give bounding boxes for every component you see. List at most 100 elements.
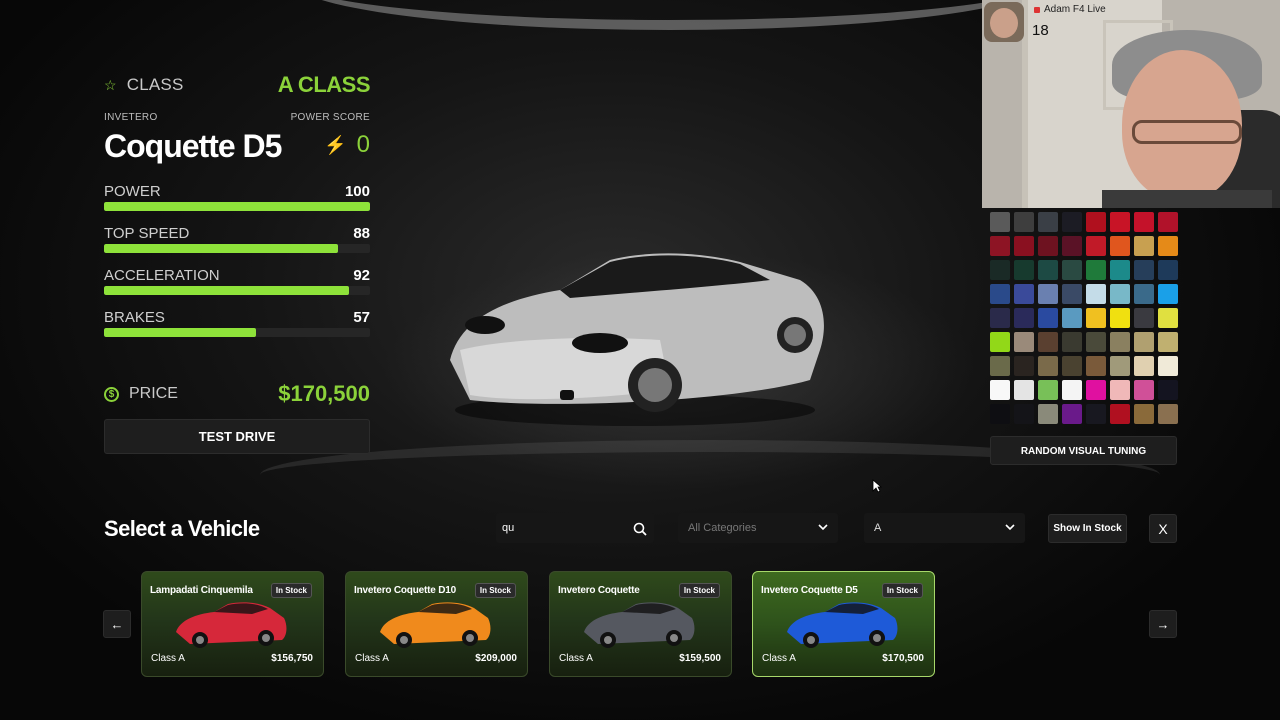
color-swatch[interactable] xyxy=(1158,308,1178,328)
color-swatch[interactable] xyxy=(1134,332,1154,352)
color-swatch[interactable] xyxy=(1110,404,1130,424)
color-swatch[interactable] xyxy=(1158,212,1178,232)
color-swatch[interactable] xyxy=(1110,356,1130,376)
color-swatch[interactable] xyxy=(1062,380,1082,400)
color-swatch[interactable] xyxy=(990,260,1010,280)
color-swatch[interactable] xyxy=(1158,260,1178,280)
color-swatch[interactable] xyxy=(1110,260,1130,280)
test-drive-button[interactable]: TEST DRIVE xyxy=(104,419,370,454)
stat-bar-fill xyxy=(104,202,370,211)
color-swatch[interactable] xyxy=(1086,284,1106,304)
color-swatch[interactable] xyxy=(1086,236,1106,256)
class-dropdown-value: A xyxy=(874,522,882,534)
card-class: Class A xyxy=(355,653,389,664)
stat-bar xyxy=(104,328,370,337)
color-swatch[interactable] xyxy=(1038,404,1058,424)
color-swatch[interactable] xyxy=(1038,260,1058,280)
color-swatch[interactable] xyxy=(990,284,1010,304)
color-swatch[interactable] xyxy=(1014,308,1034,328)
color-swatch[interactable] xyxy=(1014,332,1034,352)
color-swatch[interactable] xyxy=(1014,380,1034,400)
category-dropdown[interactable]: All Categories xyxy=(678,513,838,543)
color-swatch[interactable] xyxy=(1158,380,1178,400)
search-box xyxy=(496,513,654,543)
color-swatch[interactable] xyxy=(1038,356,1058,376)
color-swatch[interactable] xyxy=(1134,380,1154,400)
vehicle-card[interactable]: Invetero Coquette In Stock Class A $159,… xyxy=(549,571,732,677)
class-dropdown[interactable]: A xyxy=(864,513,1025,543)
color-swatch[interactable] xyxy=(1014,236,1034,256)
showroom-ceiling-light xyxy=(290,0,1050,30)
vehicle-preview-image[interactable] xyxy=(440,240,830,430)
color-swatch[interactable] xyxy=(1158,284,1178,304)
color-swatch[interactable] xyxy=(1158,236,1178,256)
color-swatch[interactable] xyxy=(1134,356,1154,376)
color-swatch[interactable] xyxy=(1014,284,1034,304)
color-swatch[interactable] xyxy=(1110,284,1130,304)
color-swatch[interactable] xyxy=(1086,356,1106,376)
color-swatch[interactable] xyxy=(990,332,1010,352)
color-swatch[interactable] xyxy=(1038,380,1058,400)
color-swatch[interactable] xyxy=(1062,284,1082,304)
color-swatch[interactable] xyxy=(990,212,1010,232)
price-label: PRICE xyxy=(129,385,178,402)
color-swatch[interactable] xyxy=(1038,212,1058,232)
close-button[interactable]: X xyxy=(1149,514,1177,543)
prev-vehicle-button[interactable]: ← xyxy=(103,610,131,638)
random-visual-tuning-button[interactable]: RANDOM VISUAL TUNING xyxy=(990,436,1177,465)
color-swatch[interactable] xyxy=(1014,212,1034,232)
color-swatch[interactable] xyxy=(1086,380,1106,400)
color-swatch[interactable] xyxy=(1110,212,1130,232)
color-swatch[interactable] xyxy=(990,236,1010,256)
color-swatch[interactable] xyxy=(1086,404,1106,424)
color-swatch[interactable] xyxy=(990,308,1010,328)
vehicle-card[interactable]: Invetero Coquette D10 In Stock Class A $… xyxy=(345,571,528,677)
color-swatch[interactable] xyxy=(1062,236,1082,256)
color-swatch[interactable] xyxy=(1110,380,1130,400)
card-class: Class A xyxy=(559,653,593,664)
stat-power: POWER 100 xyxy=(104,183,370,225)
color-swatch[interactable] xyxy=(1134,260,1154,280)
card-vehicle-image xyxy=(176,602,287,648)
color-swatch[interactable] xyxy=(1014,356,1034,376)
color-swatch[interactable] xyxy=(990,380,1010,400)
color-swatch[interactable] xyxy=(1110,332,1130,352)
color-swatch[interactable] xyxy=(1038,284,1058,304)
color-swatch[interactable] xyxy=(1014,260,1034,280)
color-swatch[interactable] xyxy=(1062,260,1082,280)
color-swatch[interactable] xyxy=(1086,332,1106,352)
search-icon[interactable] xyxy=(633,522,647,536)
color-swatch[interactable] xyxy=(1086,260,1106,280)
color-swatch[interactable] xyxy=(1062,212,1082,232)
color-swatch[interactable] xyxy=(1062,308,1082,328)
color-swatch[interactable] xyxy=(1038,236,1058,256)
color-swatch[interactable] xyxy=(1062,332,1082,352)
vehicle-card[interactable]: Lampadati Cinquemila In Stock Class A $1… xyxy=(141,571,324,677)
search-input[interactable] xyxy=(502,522,622,534)
viewer-count: 18 xyxy=(1032,22,1049,39)
stat-value: 57 xyxy=(353,309,370,326)
color-swatch[interactable] xyxy=(1062,356,1082,376)
color-swatch[interactable] xyxy=(1110,308,1130,328)
color-swatch[interactable] xyxy=(1134,404,1154,424)
color-swatch[interactable] xyxy=(990,404,1010,424)
color-swatch[interactable] xyxy=(1158,356,1178,376)
color-swatch[interactable] xyxy=(1134,212,1154,232)
color-swatch[interactable] xyxy=(1134,236,1154,256)
color-swatch[interactable] xyxy=(1038,332,1058,352)
color-swatch[interactable] xyxy=(1158,332,1178,352)
color-swatch[interactable] xyxy=(1134,284,1154,304)
color-swatch[interactable] xyxy=(1086,212,1106,232)
color-swatch[interactable] xyxy=(1134,308,1154,328)
color-swatch[interactable] xyxy=(1062,404,1082,424)
vehicle-card-selected[interactable]: Invetero Coquette D5 In Stock Class A $1… xyxy=(752,571,935,677)
next-vehicle-button[interactable]: → xyxy=(1149,610,1177,638)
color-swatch[interactable] xyxy=(990,356,1010,376)
vehicle-info-panel: ☆ CLASS A CLASS INVETERO POWER SCORE Coq… xyxy=(104,70,371,454)
color-swatch[interactable] xyxy=(1014,404,1034,424)
color-swatch[interactable] xyxy=(1158,404,1178,424)
color-swatch[interactable] xyxy=(1038,308,1058,328)
color-swatch[interactable] xyxy=(1110,236,1130,256)
show-in-stock-button[interactable]: Show In Stock xyxy=(1048,514,1127,543)
color-swatch[interactable] xyxy=(1086,308,1106,328)
